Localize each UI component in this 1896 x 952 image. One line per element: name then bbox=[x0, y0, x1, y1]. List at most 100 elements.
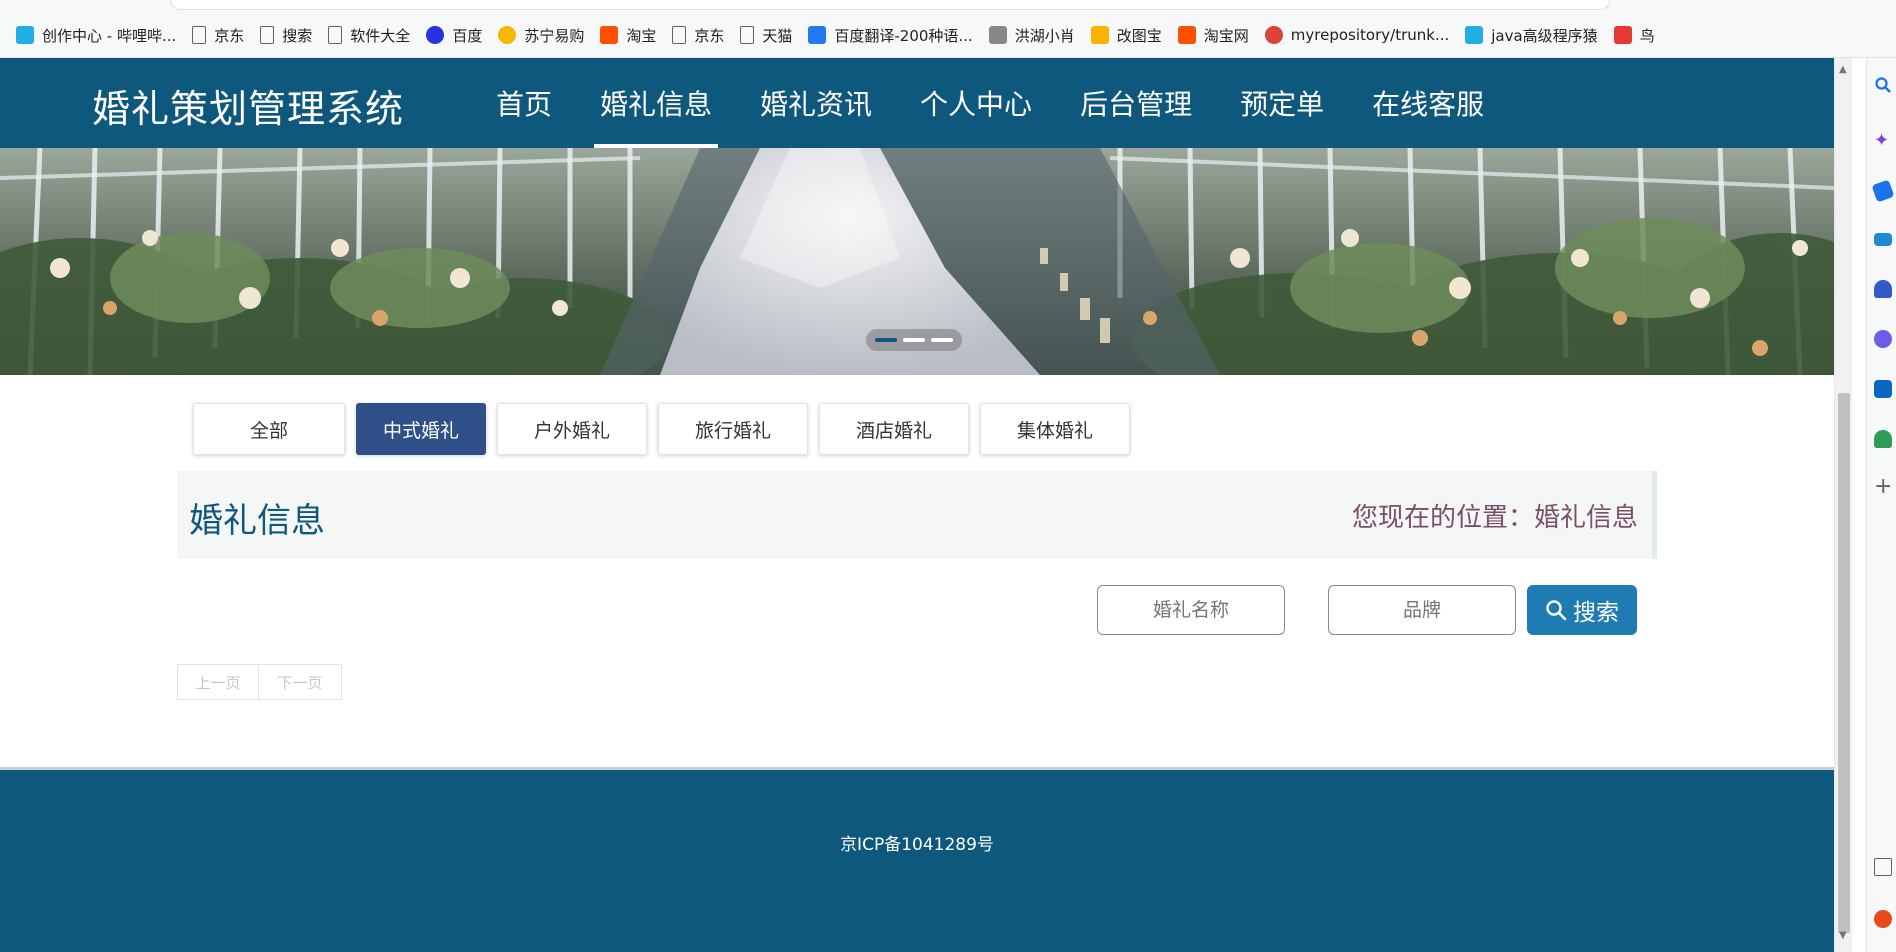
nav-item[interactable]: 个人中心 bbox=[896, 58, 1056, 148]
bookmark-label: 京东 bbox=[214, 26, 245, 45]
page-icon bbox=[260, 26, 275, 44]
carousel-indicators bbox=[866, 329, 962, 351]
pagination: 上一页 下一页 bbox=[177, 664, 342, 700]
nav-item[interactable]: 首页 bbox=[472, 58, 576, 148]
bookmark-label: 改图宝 bbox=[1116, 26, 1162, 45]
search-button[interactable]: 搜索 bbox=[1527, 585, 1637, 635]
taobao-icon bbox=[1177, 26, 1196, 44]
section-title: 婚礼信息 bbox=[189, 501, 325, 541]
games-icon[interactable] bbox=[1874, 280, 1892, 298]
bookmarks-bar: 创作中心 - 哔哩哔... 京东 搜索 软件大全 百度 苏宁易购 淘宝 京东 天猫 百度翻译-20… bbox=[0, 0, 1896, 58]
bookmark-label: 京东 bbox=[694, 26, 725, 45]
bookmark-item[interactable]: 软件大全 bbox=[320, 22, 418, 48]
swallow-icon bbox=[1613, 26, 1632, 44]
category-button[interactable]: 户外婚礼 bbox=[497, 403, 647, 455]
site-title: 婚礼策划管理系统 bbox=[92, 87, 405, 131]
bookmark-item[interactable]: 淘宝网 bbox=[1170, 22, 1257, 48]
page-icon bbox=[192, 26, 207, 44]
category-button[interactable]: 旅行婚礼 bbox=[658, 403, 808, 455]
nav-item[interactable]: 婚礼信息 bbox=[576, 58, 736, 148]
translate-icon bbox=[808, 26, 827, 44]
add-icon[interactable]: + bbox=[1874, 476, 1892, 498]
bookmarks-list: 创作中心 - 哔哩哔... 京东 搜索 软件大全 百度 苏宁易购 淘宝 京东 天猫 百度翻译-20… bbox=[8, 22, 1663, 48]
bookmark-item[interactable]: 改图宝 bbox=[1083, 22, 1170, 48]
category-button[interactable]: 全部 bbox=[193, 403, 345, 455]
gaitubao-icon bbox=[1090, 26, 1109, 44]
outlook-icon[interactable] bbox=[1874, 380, 1892, 398]
bookmark-item[interactable]: java高级程序猿 bbox=[1457, 22, 1605, 48]
bookmark-label: myrepository/trunk... bbox=[1290, 26, 1450, 44]
bilibili-icon bbox=[16, 26, 34, 44]
bookmark-item[interactable]: 搜索 bbox=[252, 22, 320, 48]
next-page-button[interactable]: 下一页 bbox=[259, 664, 342, 700]
search-icon[interactable] bbox=[1874, 76, 1892, 94]
nav-item[interactable]: 在线客服 bbox=[1348, 58, 1508, 148]
bookmark-label: 创作中心 - 哔哩哔... bbox=[42, 26, 177, 45]
bookmark-item[interactable]: 创作中心 - 哔哩哔... bbox=[8, 22, 184, 48]
nav-item[interactable]: 婚礼资讯 bbox=[736, 58, 896, 148]
bookmark-item[interactable]: 京东 bbox=[664, 22, 732, 48]
page-scrollbar[interactable]: ▲ ▼ bbox=[1834, 58, 1852, 952]
breadcrumb: 您现在的位置：婚礼信息 bbox=[1351, 503, 1638, 533]
page-icon bbox=[740, 26, 755, 44]
main-nav: 首页 婚礼信息 婚礼资讯 个人中心 后台管理 预定单 在线客服 bbox=[472, 58, 1508, 148]
bookmark-label: 洪湖小肖 bbox=[1014, 26, 1075, 45]
bookmark-label: java高级程序猿 bbox=[1491, 26, 1598, 45]
nav-item[interactable]: 后台管理 bbox=[1056, 58, 1216, 148]
icp-license-text: 京ICP备1041289号 bbox=[840, 835, 994, 855]
bookmark-item[interactable]: 百度 bbox=[418, 22, 490, 48]
category-button[interactable]: 集体婚礼 bbox=[980, 403, 1130, 455]
settings-gear-icon[interactable] bbox=[1874, 910, 1892, 928]
chrome-icon bbox=[1264, 26, 1283, 44]
bilibili-icon bbox=[1465, 26, 1484, 44]
site-header: 婚礼策划管理系统 首页 婚礼信息 婚礼资讯 个人中心 后台管理 预定单 在线客服 bbox=[0, 58, 1834, 148]
bird-icon bbox=[988, 26, 1007, 44]
carousel-dot-3[interactable] bbox=[931, 338, 953, 342]
section-title-bar: 婚礼信息 您现在的位置：婚礼信息 bbox=[177, 471, 1657, 559]
bookmark-label: 百度翻译-200种语... bbox=[834, 26, 973, 45]
page-icon bbox=[328, 26, 343, 44]
page-icon bbox=[672, 26, 687, 44]
bookmark-label: 苏宁易购 bbox=[524, 26, 585, 45]
tag-icon[interactable] bbox=[1871, 179, 1895, 203]
prev-page-button[interactable]: 上一页 bbox=[177, 664, 259, 700]
nav-item[interactable]: 预定单 bbox=[1216, 58, 1348, 148]
bookmark-item[interactable]: 鸟 bbox=[1606, 22, 1663, 48]
bookmark-item[interactable]: 京东 bbox=[184, 22, 252, 48]
bookmark-label: 百度 bbox=[452, 26, 483, 45]
office-icon[interactable] bbox=[1874, 330, 1892, 348]
search-icon bbox=[1546, 600, 1567, 621]
category-button[interactable]: 酒店婚礼 bbox=[819, 403, 969, 455]
site-footer: 京ICP备1041289号 bbox=[0, 767, 1834, 952]
bookmark-label: 鸟 bbox=[1639, 26, 1655, 45]
bookmark-label: 软件大全 bbox=[350, 26, 411, 45]
bookmarks-overflow-chevron-icon[interactable]: › bbox=[1561, 24, 1568, 45]
search-button-label: 搜索 bbox=[1573, 599, 1619, 625]
browser-side-panel: ✦ + bbox=[1866, 58, 1896, 952]
copilot-sparkle-icon[interactable]: ✦ bbox=[1874, 132, 1892, 150]
bookmark-item[interactable]: 百度翻译-200种语... bbox=[800, 22, 980, 48]
tree-icon[interactable] bbox=[1874, 430, 1892, 448]
bookmark-item[interactable]: 苏宁易购 bbox=[490, 22, 592, 48]
category-filter: 全部 中式婚礼 户外婚礼 旅行婚礼 酒店婚礼 集体婚礼 bbox=[193, 403, 1130, 455]
bookmark-item[interactable]: 淘宝 bbox=[592, 22, 664, 48]
scroll-up-arrow-icon[interactable]: ▲ bbox=[1839, 64, 1847, 75]
baidu-paw-icon bbox=[426, 26, 445, 44]
bookmark-item[interactable]: 洪湖小肖 bbox=[981, 22, 1083, 48]
address-bar-edge bbox=[170, 0, 1610, 10]
carousel-dot-2[interactable] bbox=[903, 338, 925, 342]
bookmark-label: 搜索 bbox=[282, 26, 313, 45]
carousel-dot-1[interactable] bbox=[875, 338, 897, 342]
suning-icon bbox=[498, 26, 517, 44]
toolbox-icon[interactable] bbox=[1874, 233, 1892, 246]
brand-input[interactable] bbox=[1328, 585, 1516, 635]
bookmark-label: 淘宝网 bbox=[1203, 26, 1249, 45]
sidebar-collapse-icon[interactable] bbox=[1874, 858, 1892, 876]
bookmark-label: 淘宝 bbox=[626, 26, 657, 45]
bookmark-item[interactable]: 天猫 bbox=[732, 22, 800, 48]
bookmark-item[interactable]: myrepository/trunk... bbox=[1257, 22, 1457, 48]
scrollbar-thumb[interactable] bbox=[1838, 393, 1850, 933]
wedding-name-input[interactable] bbox=[1097, 585, 1285, 635]
category-button[interactable]: 中式婚礼 bbox=[356, 403, 486, 455]
scroll-down-arrow-icon[interactable]: ▼ bbox=[1839, 930, 1847, 941]
